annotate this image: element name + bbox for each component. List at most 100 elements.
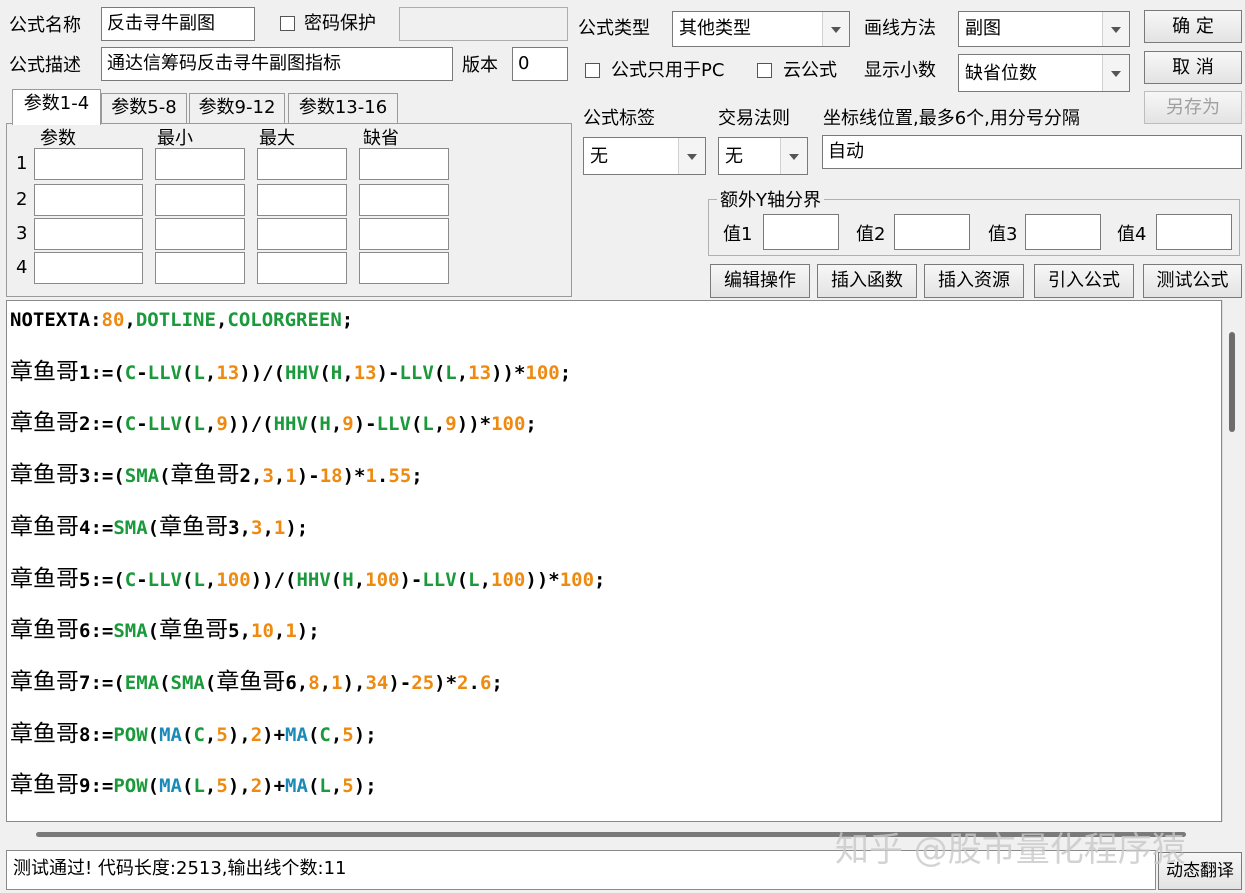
code-token: ))* — [456, 413, 492, 436]
code-token: 18 — [319, 465, 343, 488]
y-value-4-input[interactable] — [1156, 214, 1232, 250]
code-token: 章鱼哥 — [10, 462, 79, 489]
code-token: 2:=( — [79, 413, 125, 436]
formula-type-select[interactable]: 其他类型 — [672, 11, 850, 47]
formula-name-input[interactable]: 反击寻牛副图 — [101, 7, 255, 41]
code-token: 25 — [411, 671, 435, 694]
param-name-input[interactable] — [34, 252, 143, 284]
decimals-select[interactable]: 缺省位数 — [958, 54, 1130, 92]
code-token: 5 — [342, 775, 354, 798]
code-token: L — [193, 568, 205, 591]
param-min-input[interactable] — [155, 218, 245, 250]
param-max-input[interactable] — [257, 148, 347, 180]
code-token: 1 — [285, 465, 297, 488]
code-token: L — [193, 413, 205, 436]
formula-type-value: 其他类型 — [679, 18, 751, 39]
code-token: 100 — [365, 568, 400, 591]
code-token: , — [273, 620, 286, 643]
code-token: 1 — [365, 465, 377, 488]
insert-function-button[interactable]: 插入函数 — [817, 264, 917, 298]
code-token: , — [215, 309, 228, 331]
param-max-input[interactable] — [257, 218, 347, 250]
param-default-input[interactable] — [359, 252, 449, 284]
code-token: )- — [388, 671, 412, 694]
draw-method-select[interactable]: 副图 — [958, 11, 1130, 47]
chevron-down-icon — [1102, 12, 1129, 46]
code-line[interactable]: 章鱼哥9:=POW(MA(L,5),2)+MA(L,5); — [10, 770, 377, 801]
param-name-input[interactable] — [34, 148, 143, 180]
code-token: HHV — [285, 361, 320, 384]
edit-operation-button[interactable]: 编辑操作 — [710, 264, 810, 298]
import-formula-button[interactable]: 引入公式 — [1034, 264, 1134, 298]
param-default-input[interactable] — [359, 218, 449, 250]
code-token: DOTLINE — [135, 309, 216, 331]
code-token: 2 — [457, 671, 469, 694]
code-token: 章鱼哥 — [10, 617, 79, 644]
formula-tag-value: 无 — [590, 146, 608, 167]
code-line[interactable]: NOTEXTA:80,DOTLINE,COLORGREEN; — [10, 305, 353, 335]
param-default-input[interactable] — [359, 148, 449, 180]
code-token: ( — [147, 723, 160, 746]
code-token: LLV — [376, 413, 411, 436]
code-token: 100 — [216, 568, 251, 591]
code-token: 100 — [525, 361, 560, 384]
code-token: 5:=( — [79, 568, 125, 591]
code-editor[interactable]: NOTEXTA:80,DOTLINE,COLORGREEN; 章鱼哥1:=(C-L… — [6, 300, 1222, 822]
test-formula-button[interactable]: 测试公式 — [1143, 264, 1242, 298]
param-row-number: 2 — [16, 189, 28, 210]
code-token: 6:= — [79, 620, 114, 643]
y-value-1-input[interactable] — [763, 214, 839, 250]
code-token: ( — [182, 361, 194, 384]
code-token: 章鱼哥 — [10, 410, 79, 437]
param-min-input[interactable] — [155, 184, 245, 216]
trade-rule-select[interactable]: 无 — [718, 137, 808, 175]
code-token: 3 — [251, 516, 263, 539]
formula-desc-input[interactable]: 通达信筹码反击寻牛副图指标 — [101, 47, 453, 81]
code-token: ; — [525, 413, 537, 436]
param-min-input[interactable] — [155, 148, 245, 180]
code-token: )- — [296, 465, 320, 488]
code-token: 100 — [491, 413, 526, 436]
version-input[interactable]: 0 — [512, 47, 568, 81]
formula-tag-select[interactable]: 无 — [583, 137, 706, 175]
axis-position-input[interactable]: 自动 — [822, 135, 1242, 169]
password-protect-checkbox[interactable] — [280, 16, 295, 31]
chevron-down-icon — [780, 138, 807, 174]
scrollbar-thumb[interactable] — [1229, 332, 1235, 432]
code-line[interactable]: 章鱼哥4:=SMA(章鱼哥3,3,1); — [10, 512, 308, 543]
param-max-input[interactable] — [257, 184, 347, 216]
ok-button[interactable]: 确 定 — [1144, 10, 1242, 43]
code-token: L — [193, 361, 205, 384]
tab-params-9-12[interactable]: 参数9-12 — [189, 93, 285, 123]
code-token: ( — [307, 413, 320, 436]
code-token: 9 — [216, 413, 228, 436]
insert-resource-button[interactable]: 插入资源 — [924, 264, 1024, 298]
code-token: ); — [285, 516, 309, 539]
chevron-down-icon — [678, 138, 705, 174]
vertical-scrollbar[interactable] — [1222, 300, 1243, 822]
param-default-input[interactable] — [359, 184, 449, 216]
tab-params-1-4[interactable]: 参数1-4 — [12, 89, 101, 125]
param-min-input[interactable] — [155, 252, 245, 284]
code-line[interactable]: 章鱼哥1:=(C-LLV(L,13))/(HHV(H,13)-LLV(L,13)… — [10, 357, 571, 388]
code-line[interactable]: 章鱼哥8:=POW(MA(C,5),2)+MA(C,5); — [10, 719, 377, 750]
code-line[interactable]: 章鱼哥7:=(EMA(SMA(章鱼哥6,8,1),34)-25)*2.6; — [10, 667, 503, 698]
param-name-input[interactable] — [34, 184, 143, 216]
cancel-button[interactable]: 取 消 — [1144, 51, 1242, 84]
tab-params-13-16[interactable]: 参数13-16 — [288, 93, 398, 123]
code-line[interactable]: 章鱼哥2:=(C-LLV(L,9))/(HHV(H,9)-LLV(L,9))*1… — [10, 408, 537, 439]
code-line[interactable]: 章鱼哥5:=(C-LLV(L,100))/(HHV(H,100)-LLV(L,1… — [10, 564, 605, 595]
param-row-number: 4 — [16, 257, 28, 278]
param-max-input[interactable] — [257, 252, 347, 284]
param-name-input[interactable] — [34, 218, 143, 250]
y-value-3-input[interactable] — [1025, 214, 1101, 250]
cloud-formula-checkbox[interactable] — [757, 63, 772, 78]
code-token: 5, — [228, 620, 251, 643]
pc-only-checkbox[interactable] — [585, 63, 600, 78]
code-line[interactable]: 章鱼哥6:=SMA(章鱼哥5,10,1); — [10, 615, 320, 646]
code-line[interactable]: 章鱼哥3:=(SMA(章鱼哥2,3,1)-18)*1.55; — [10, 460, 423, 491]
tab-params-5-8[interactable]: 参数5-8 — [101, 93, 187, 123]
max-header: 最大 — [259, 128, 295, 149]
code-token: 100 — [559, 568, 595, 591]
y-value-2-input[interactable] — [894, 214, 970, 250]
